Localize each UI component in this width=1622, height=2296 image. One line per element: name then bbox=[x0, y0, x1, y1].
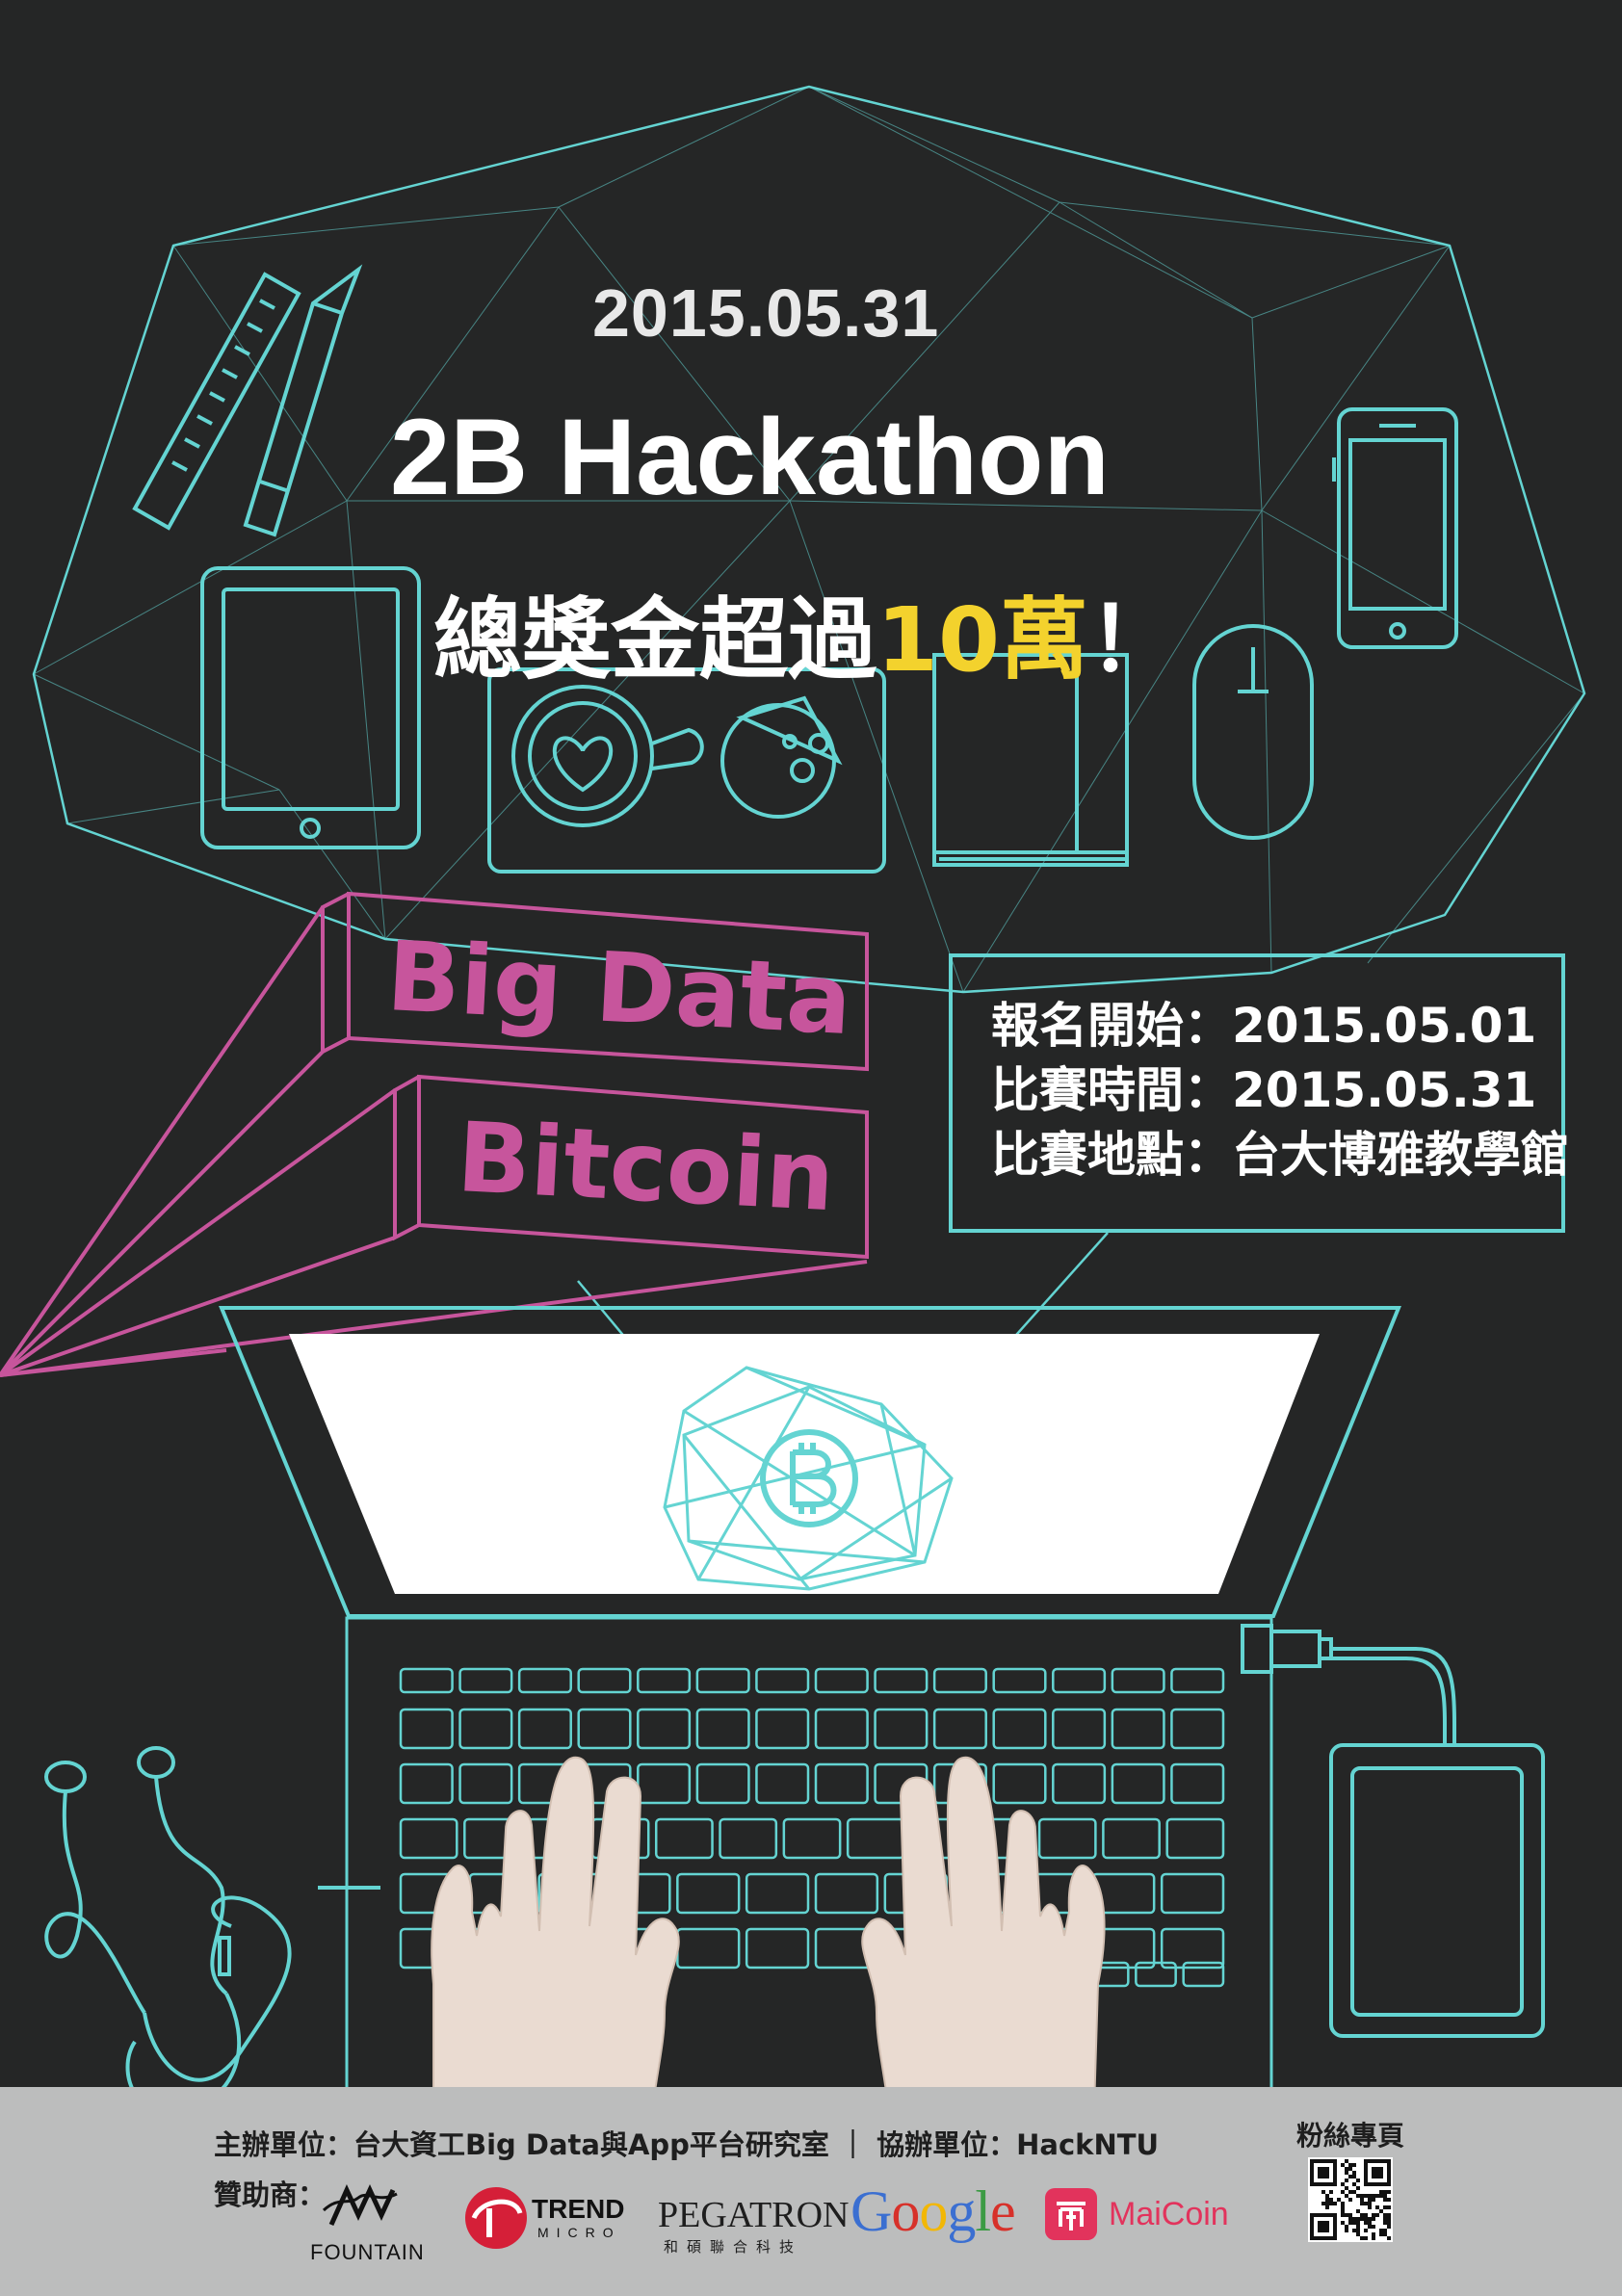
prize-amount: 10萬 bbox=[876, 588, 1089, 691]
maicoin-logo: MaiCoin bbox=[1045, 2188, 1247, 2242]
organizer-line: 主辦單位：台大資工Big Data與App平台研究室 ｜ 協辦單位：HackNT… bbox=[214, 2128, 1160, 2161]
trend-text: TREND bbox=[532, 2194, 625, 2224]
maicoin-text: MaiCoin bbox=[1109, 2196, 1229, 2232]
micro-text: MICRO bbox=[537, 2225, 621, 2240]
event-title: 2B Hackathon bbox=[390, 397, 1110, 517]
fanpage-qr-code[interactable] bbox=[1308, 2157, 1393, 2242]
google-letter: o bbox=[919, 2179, 948, 2243]
google-letter: l bbox=[975, 2179, 991, 2243]
competition-venue: 比賽地點：台大博雅教學館 bbox=[991, 1127, 1569, 1183]
registration-start: 報名開始：2015.05.01 bbox=[991, 998, 1537, 1054]
theme-bitcoin: Bitcoin bbox=[454, 1101, 838, 1234]
fountain-text: FOUNTAIN bbox=[310, 2240, 425, 2264]
sponsor-label: 贊助商： bbox=[214, 2179, 327, 2211]
fanpage-label: 粉絲專頁 bbox=[1296, 2120, 1405, 2152]
prize-suffix: ！ bbox=[1088, 588, 1178, 691]
google-letter: g bbox=[947, 2179, 976, 2243]
google-logo: Google bbox=[850, 2179, 1016, 2245]
prize-statement: 總獎金超過10萬！ bbox=[433, 568, 1177, 696]
competition-time: 比賽時間：2015.05.31 bbox=[991, 1062, 1537, 1118]
google-letter: o bbox=[891, 2179, 920, 2243]
trend-micro-ball-icon bbox=[465, 2187, 527, 2249]
pegatron-text: PEGATRON bbox=[658, 2195, 850, 2235]
fountain-wave-icon bbox=[322, 2183, 398, 2227]
trend-micro-logo: TREND MICRO bbox=[462, 2184, 636, 2252]
pegatron-sub-text: 和碩聯合科技 bbox=[664, 2238, 803, 2256]
maicoin-icon bbox=[1045, 2188, 1097, 2240]
fountain-logo: FOUNTAIN bbox=[310, 2177, 424, 2273]
google-letter: e bbox=[990, 2179, 1016, 2243]
pegatron-logo: PEGATRON 和碩聯合科技 bbox=[658, 2194, 850, 2256]
event-date: 2015.05.31 bbox=[592, 275, 940, 351]
prize-prefix: 總獎金超過 bbox=[433, 588, 877, 691]
google-letter: G bbox=[850, 2179, 892, 2243]
event-info-box: 報名開始：2015.05.01 比賽時間：2015.05.31 比賽地點：台大博… bbox=[949, 953, 1569, 1233]
